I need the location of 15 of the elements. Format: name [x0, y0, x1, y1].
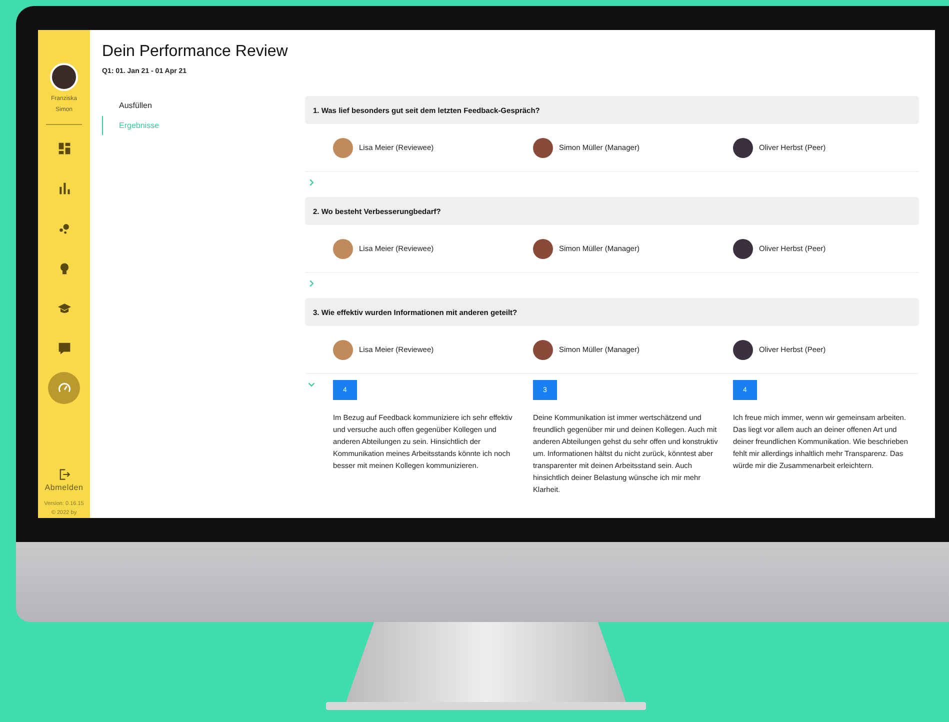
page-title: Dein Performance Review [102, 43, 289, 61]
reviewer-avatar [533, 138, 553, 158]
reviewer-avatar [533, 340, 553, 360]
user-avatar [50, 63, 78, 91]
reviewer-avatar [733, 138, 753, 158]
logout-link[interactable]: Abmelden [44, 483, 84, 492]
reviewer-avatar [533, 238, 553, 258]
speedometer-icon[interactable] [48, 372, 80, 404]
reviewer-avatar [333, 340, 353, 360]
reviewer-avatar [333, 238, 353, 258]
reviewer-avatar [333, 138, 353, 158]
reviewer-avatar [733, 340, 753, 360]
tab[interactable]: Ausfüllen [102, 96, 305, 115]
logout-icon[interactable] [58, 469, 70, 480]
reviewer-avatar [733, 238, 753, 258]
